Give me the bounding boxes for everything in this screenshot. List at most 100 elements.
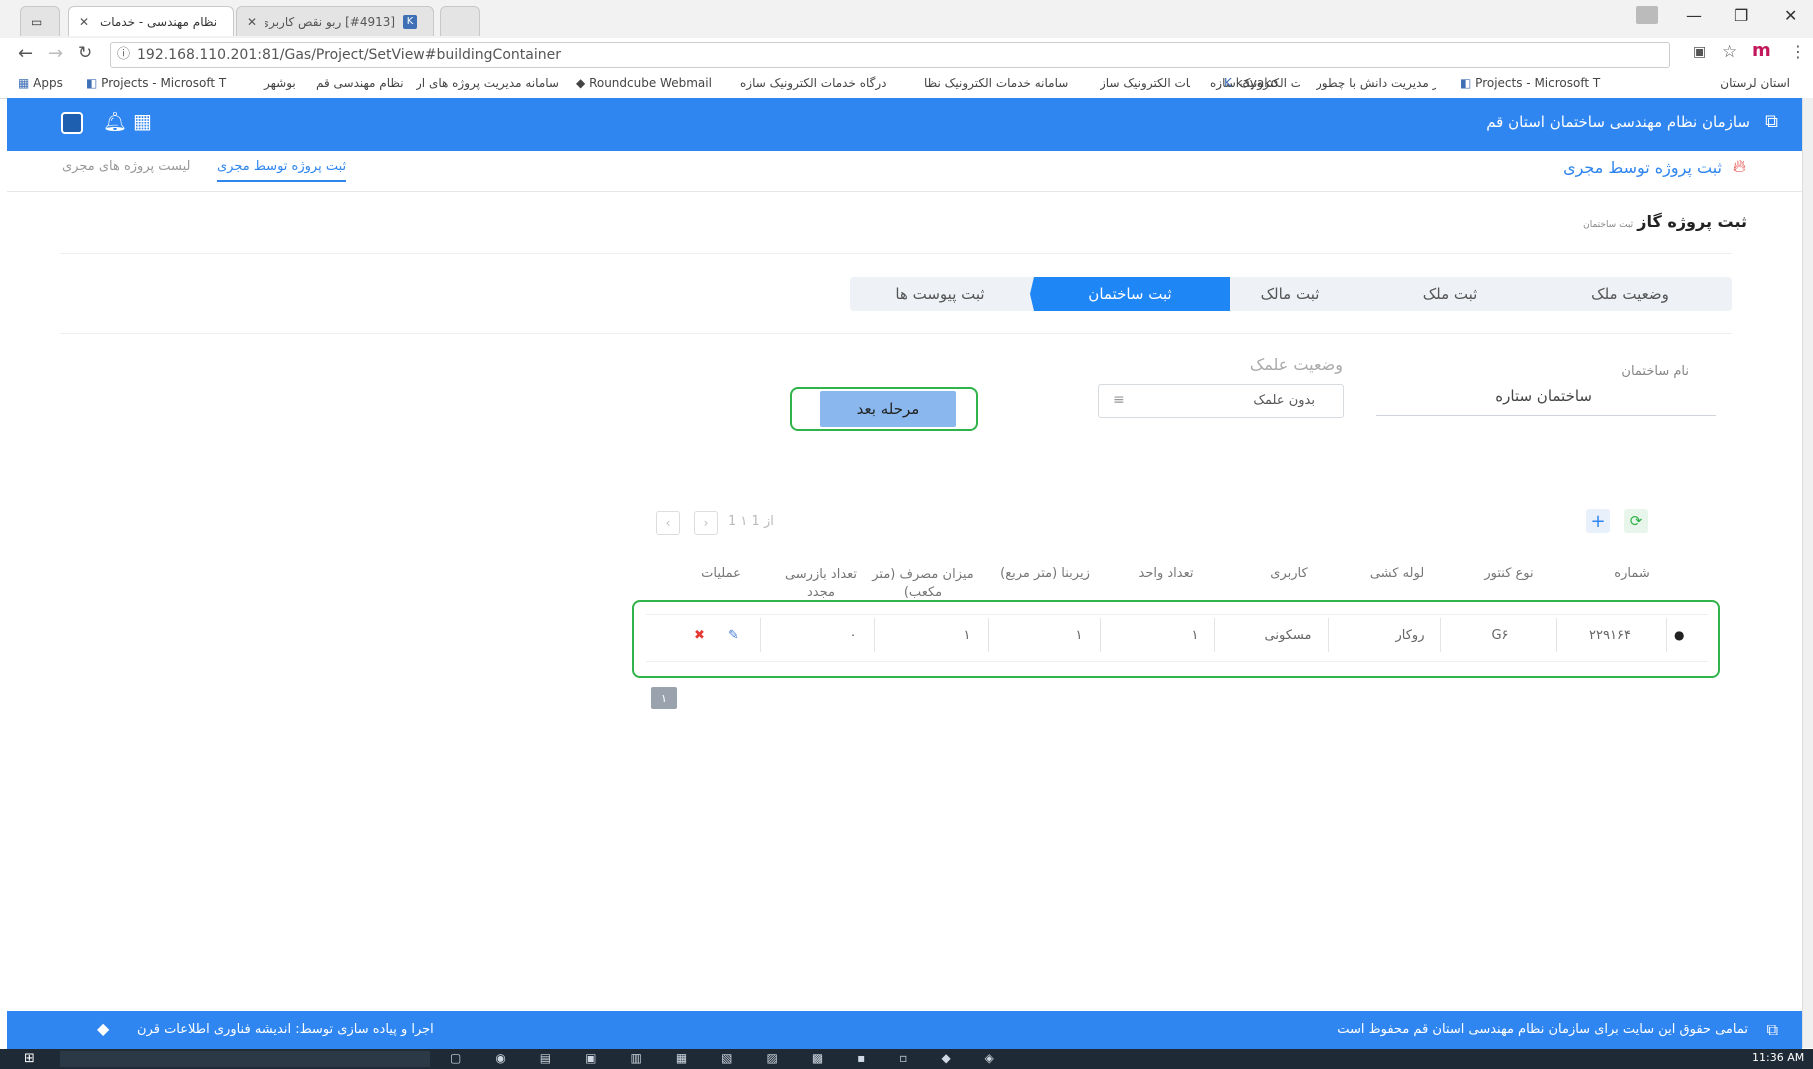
taskbar-clock: 11:36 AM bbox=[1752, 1051, 1805, 1064]
translate-icon[interactable]: ▣ bbox=[1693, 44, 1706, 60]
handshake-logo-icon: ⧉ bbox=[1766, 1020, 1778, 1039]
bookmark-item[interactable]: ◧ Projects - Microsoft T bbox=[86, 76, 236, 90]
bookmark-item[interactable]: بوشهر bbox=[264, 76, 296, 90]
building-name-input[interactable]: ساختمان ستاره bbox=[1376, 385, 1716, 416]
folder-icon: ◧ bbox=[1460, 76, 1472, 90]
close-icon[interactable]: ✕ bbox=[247, 15, 257, 29]
cell-meter: G۶ bbox=[1491, 628, 1509, 643]
col-meter-type: نوع کنتور bbox=[1484, 566, 1534, 581]
col-number: شماره bbox=[1614, 566, 1650, 581]
cell-units: ۱ bbox=[1191, 628, 1199, 643]
step-attachments[interactable]: ثبت پیوست ها bbox=[852, 277, 1028, 311]
alamak-value: بدون علمک bbox=[1253, 393, 1315, 408]
list-icon: ≡ bbox=[1113, 392, 1125, 408]
windows-start-icon[interactable]: ⊞ bbox=[24, 1051, 35, 1066]
divider bbox=[60, 333, 1732, 334]
edit-icon[interactable]: ✎ bbox=[728, 628, 739, 643]
tab-label: [#4913] ربو نقص کاربری ب... bbox=[265, 14, 396, 29]
next-step-button[interactable]: مرحله بعد bbox=[820, 391, 956, 427]
bookmark-kayako[interactable]: K kayako bbox=[1224, 76, 1278, 90]
step-register-building[interactable]: ثبت ساختمان bbox=[1030, 277, 1230, 311]
app-header: 🔔︎ ▦ سازمان نظام مهندسی ساختمان استان قم… bbox=[7, 98, 1802, 151]
apps-grid-icon[interactable]: ▦ bbox=[133, 109, 152, 133]
menu-kebab-icon[interactable]: ⋮ bbox=[1790, 42, 1806, 61]
apps-grid-icon: ▦ bbox=[18, 76, 30, 90]
kayako-icon: K bbox=[403, 14, 418, 29]
cell-reinspect: ۰ bbox=[849, 628, 857, 643]
step-property-status[interactable]: وضعیت ملک bbox=[1532, 277, 1728, 311]
col-usage: کاربری bbox=[1270, 566, 1308, 581]
close-window-icon[interactable]: ✕ bbox=[1784, 6, 1797, 25]
tab-register-project[interactable]: ثبت پروژه توسط مجری bbox=[217, 159, 347, 182]
tab-project-list[interactable]: لیست پروژه های مجری bbox=[62, 159, 191, 174]
cell-number: ۲۲۹۱۶۴ bbox=[1589, 628, 1631, 643]
close-icon[interactable]: ✕ bbox=[79, 15, 89, 29]
forward-icon[interactable]: → bbox=[48, 43, 63, 64]
page-number-button[interactable]: ۱ bbox=[651, 687, 677, 709]
bookmark-item[interactable]: سامانه مدیریت پروژه های ار bbox=[416, 76, 576, 90]
delete-icon[interactable]: ✖ bbox=[694, 628, 705, 643]
refresh-icon[interactable]: ⟳ bbox=[1624, 509, 1648, 533]
bookmark-item[interactable]: نظام مهندسی قم bbox=[316, 76, 404, 90]
col-reinspect: تعداد بازرسی مجدد bbox=[784, 567, 858, 600]
cell-divider bbox=[1666, 618, 1667, 652]
new-tab-button[interactable] bbox=[440, 6, 480, 36]
user-avatar-icon[interactable] bbox=[61, 112, 83, 134]
col-actions: عملیات bbox=[701, 566, 741, 581]
bookmark-apps[interactable]: ▦ Apps bbox=[18, 76, 63, 90]
next-page-icon[interactable]: › bbox=[694, 511, 718, 535]
tab-label: نظام مهندسی - خدمات گاز bbox=[97, 14, 218, 29]
minimize-icon[interactable]: — bbox=[1686, 6, 1702, 25]
roundcube-icon: ◆ bbox=[576, 76, 586, 90]
vertical-scrollbar[interactable] bbox=[1802, 98, 1813, 1048]
bookmark-item[interactable]: ◧ Projects - Microsoft T bbox=[1460, 76, 1610, 90]
cell-area: ۱ bbox=[1075, 628, 1083, 643]
bell-icon[interactable]: 🔔︎ bbox=[103, 110, 127, 133]
col-units: تعداد واحد bbox=[1138, 566, 1194, 581]
cell-piping: روکار bbox=[1395, 628, 1425, 643]
reload-icon[interactable]: ↻ bbox=[78, 43, 92, 63]
company-logo-icon: ◆ bbox=[97, 1019, 110, 1038]
tab-inactive[interactable]: ✕ [#4913] ربو نقص کاربری ب... K bbox=[236, 6, 434, 36]
bookmark-item[interactable]: سامانه خدمات الکترونیک ساز bbox=[1100, 76, 1190, 90]
url-input[interactable]: ⓘ 192.168.110.201:81/Gas/Project/SetView… bbox=[110, 42, 1670, 68]
star-icon[interactable]: ☆ bbox=[1722, 42, 1737, 62]
handshake-logo-icon: ⧉ bbox=[1765, 111, 1778, 132]
profile-icon[interactable] bbox=[1636, 6, 1658, 24]
building-name-value: ساختمان ستاره bbox=[1495, 387, 1592, 405]
footer-credit: اجرا و پیاده سازی توسط: اندیشه فناوری اط… bbox=[137, 1022, 434, 1037]
page-title: ثبت پروژه توسط مجری bbox=[1563, 158, 1722, 177]
gas-flame-icon: 🔥︎ bbox=[1732, 156, 1746, 177]
extension-m-icon[interactable]: m bbox=[1752, 40, 1771, 61]
prev-page-icon[interactable]: ‹ bbox=[656, 511, 680, 535]
bookmark-item[interactable]: سامانه خدمات الکترونیک نظا bbox=[924, 76, 1074, 90]
taskbar-app-icons[interactable]: ▢◉▤▣▥▦▧▨▩▪▫◆◈ bbox=[450, 1051, 1028, 1065]
col-area: زیربنا (متر مربع) bbox=[1000, 566, 1090, 581]
tabs-icon: ▭ bbox=[31, 14, 43, 29]
step-register-property[interactable]: ثبت ملک bbox=[1370, 277, 1530, 311]
back-icon[interactable]: ← bbox=[18, 43, 33, 64]
bookmark-item[interactable]: هنر مدیریت دانش با چطور bbox=[1316, 76, 1436, 90]
kayako-icon: K bbox=[1224, 76, 1232, 90]
footer: تمامی حقوق این سایت برای سازمان نظام مهن… bbox=[7, 1011, 1802, 1049]
cell-divider bbox=[1556, 618, 1557, 652]
tab-active[interactable]: ✕ نظام مهندسی - خدمات گاز bbox=[68, 6, 234, 36]
bookmark-item[interactable]: درگاه خدمات الکترونیک سازه bbox=[740, 76, 890, 90]
info-icon[interactable]: ⓘ bbox=[117, 43, 130, 67]
taskbar-search-input[interactable] bbox=[60, 1051, 430, 1067]
breadcrumb-title: ثبت پروژه گاز bbox=[1637, 212, 1747, 231]
tab-overview-button[interactable]: ▭ bbox=[20, 6, 60, 36]
cell-consumption: ۱ bbox=[963, 628, 971, 643]
alamak-select[interactable]: ≡ بدون علمک bbox=[1098, 384, 1344, 418]
org-title: سازمان نظام مهندسی ساختمان استان قم bbox=[1486, 113, 1750, 131]
add-icon[interactable]: + bbox=[1586, 509, 1610, 533]
row-bullet-icon: ● bbox=[1674, 628, 1685, 642]
footer-copyright: تمامی حقوق این سایت برای سازمان نظام مهن… bbox=[1337, 1022, 1748, 1037]
step-register-owner[interactable]: ثبت مالک bbox=[1212, 277, 1368, 311]
breadcrumb-sub: ثبت ساختمان bbox=[1583, 220, 1634, 230]
bookmark-item[interactable]: استان لرستان bbox=[1660, 76, 1790, 90]
restore-icon[interactable]: ❐ bbox=[1734, 6, 1748, 25]
bookmark-roundcube[interactable]: ◆ Roundcube Webmail bbox=[576, 76, 712, 90]
building-name-label: نام ساختمان bbox=[1621, 364, 1689, 379]
alamak-label: وضعیت علمک bbox=[1249, 355, 1343, 374]
